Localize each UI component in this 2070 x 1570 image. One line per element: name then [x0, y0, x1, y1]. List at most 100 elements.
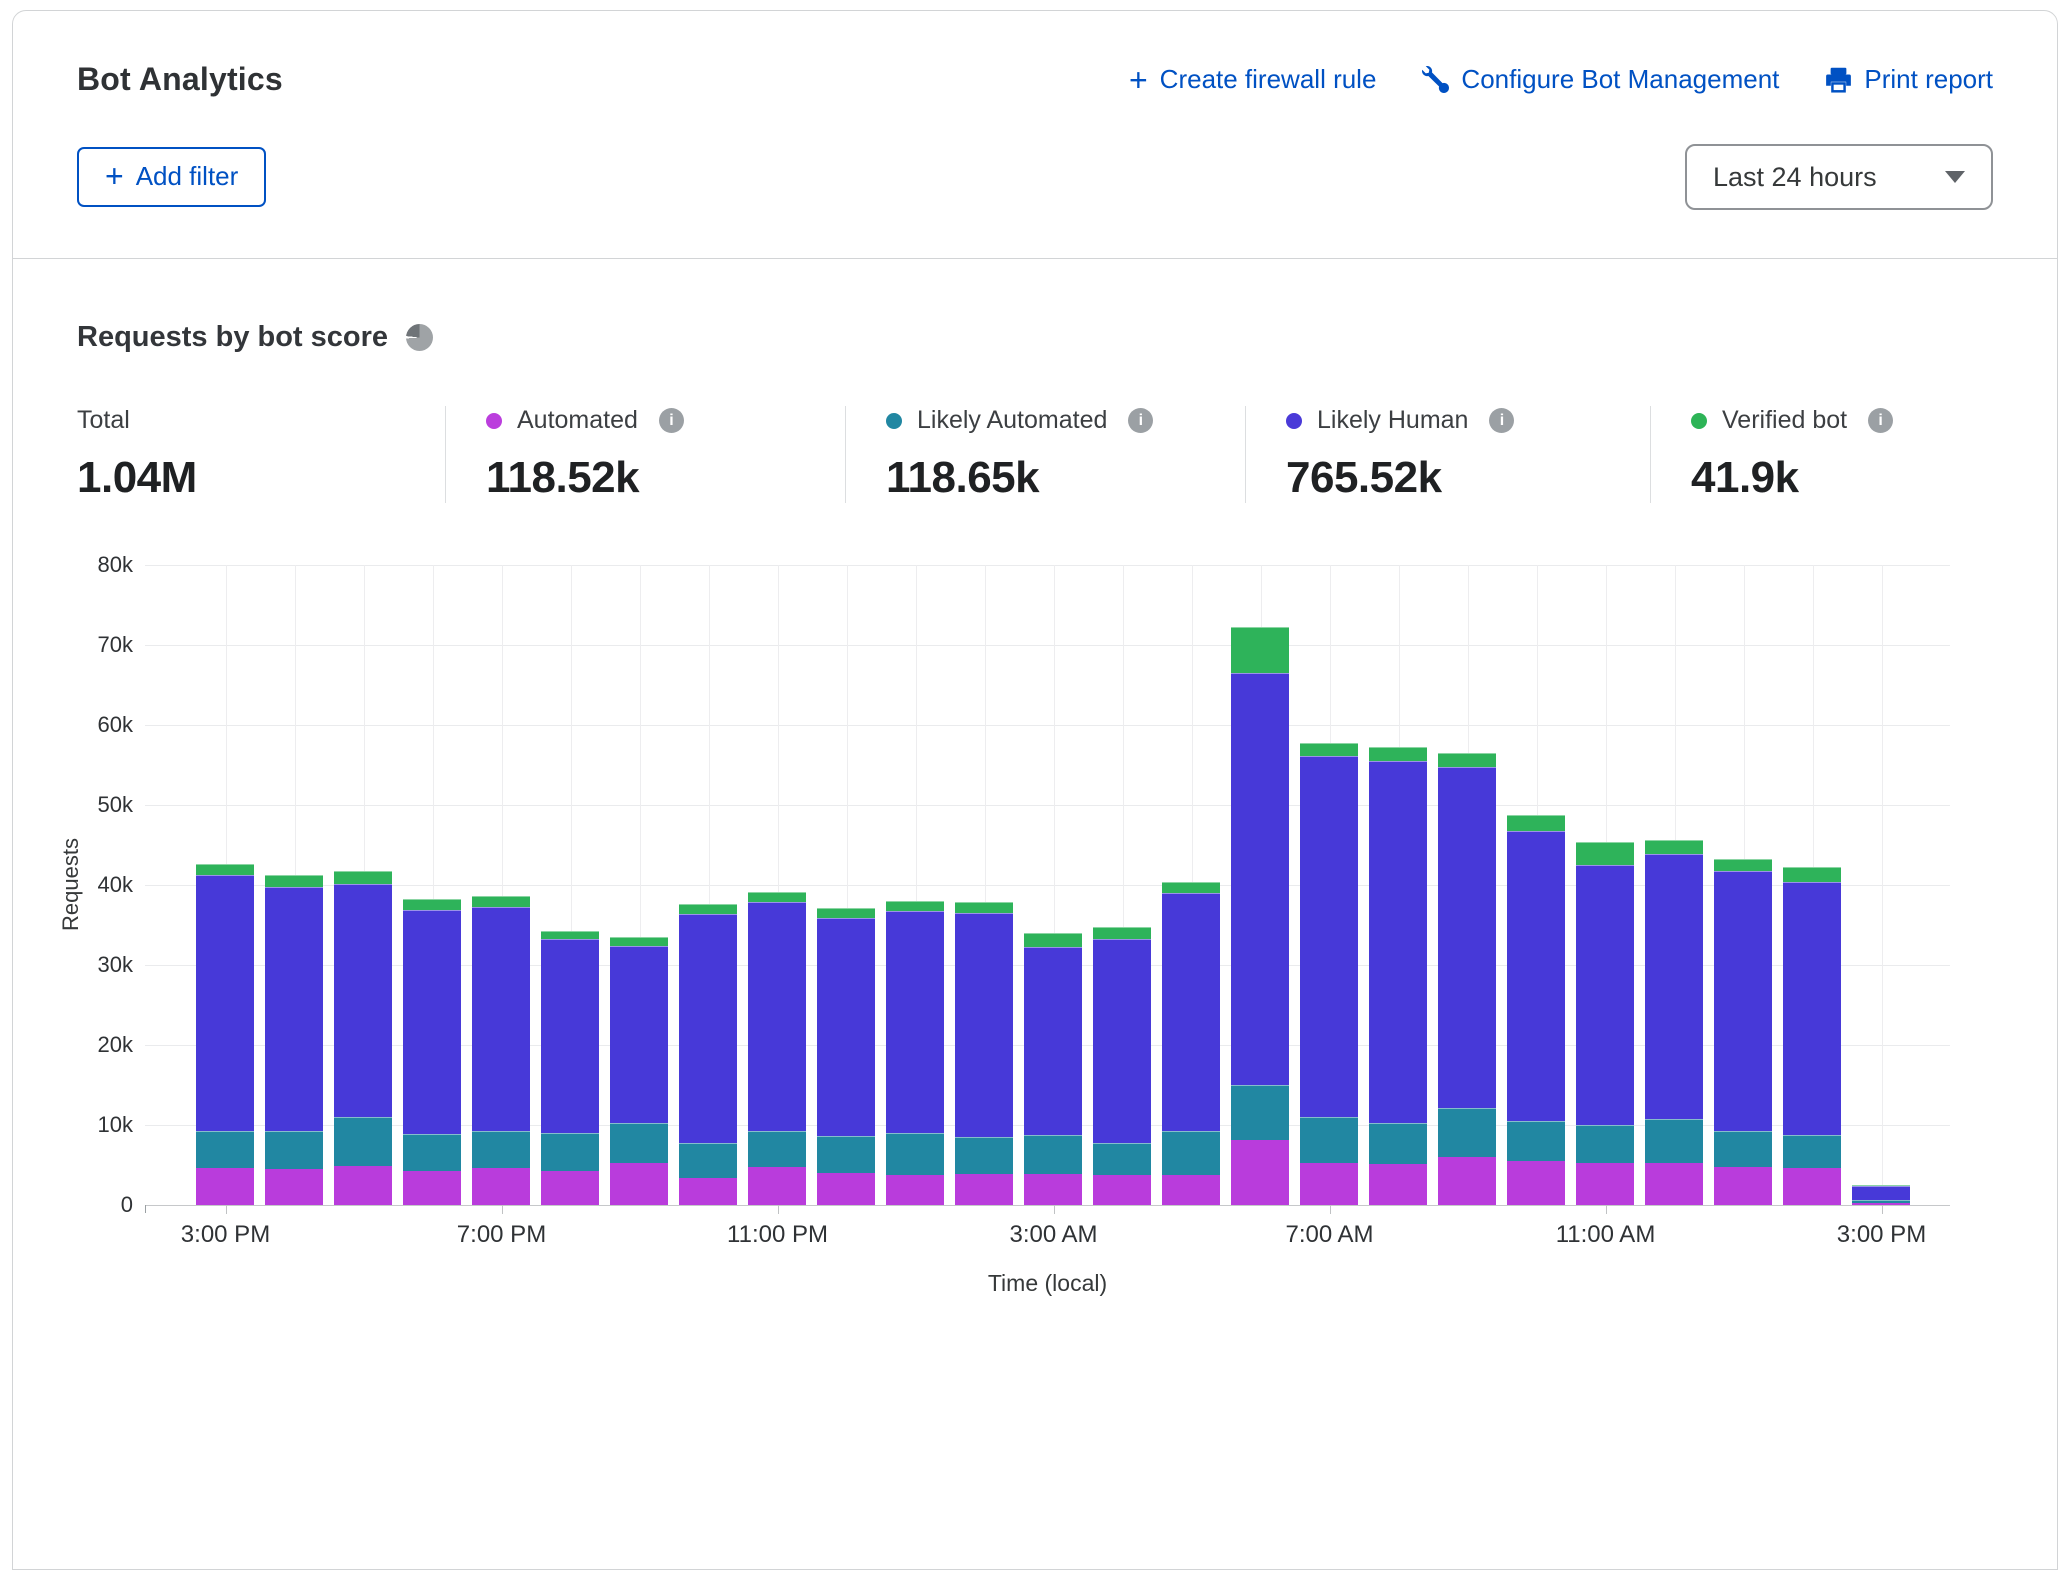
- stacked-bar[interactable]: [955, 902, 1013, 1205]
- bar-slot: [1778, 565, 1847, 1205]
- y-tick-label: 30k: [98, 952, 133, 978]
- stacked-bar[interactable]: [1645, 840, 1703, 1205]
- bar-slot: 11:00 AM: [1571, 565, 1640, 1205]
- bar-segment-likely-human: [1231, 673, 1289, 1085]
- stacked-bar[interactable]: [610, 937, 668, 1205]
- stat-value: 765.52k: [1286, 453, 1622, 503]
- bar-slot: [1502, 565, 1571, 1205]
- stacked-bar[interactable]: [196, 864, 254, 1205]
- bar-segment-verified-bot: [1507, 815, 1565, 831]
- x-tick-mark: [1054, 1205, 1055, 1214]
- bar-segment-automated: [265, 1169, 323, 1205]
- x-tick-mark: [1330, 1205, 1331, 1214]
- bar-segment-likely-human: [886, 911, 944, 1133]
- stacked-bar[interactable]: [1162, 882, 1220, 1205]
- bar-slot: [812, 565, 881, 1205]
- bar-segment-automated: [679, 1178, 737, 1205]
- stacked-bar[interactable]: [403, 899, 461, 1205]
- bar-segment-verified-bot: [955, 902, 1013, 913]
- bar-slot: [1364, 565, 1433, 1205]
- bar-segment-likely-automated: [610, 1123, 668, 1163]
- bar-segment-verified-bot: [1438, 753, 1496, 767]
- bar-segment-verified-bot: [1093, 927, 1151, 938]
- bar-segment-likely-automated: [1024, 1135, 1082, 1174]
- stacked-bar[interactable]: [1714, 859, 1772, 1205]
- stacked-bar[interactable]: [1852, 1185, 1910, 1205]
- stacked-bar[interactable]: [1369, 747, 1427, 1205]
- bar-segment-verified-bot: [1300, 743, 1358, 757]
- bar-slot: [398, 565, 467, 1205]
- bar-segment-likely-human: [1783, 882, 1841, 1135]
- y-tick-label: 0: [121, 1192, 133, 1218]
- x-tick-label: 3:00 PM: [1837, 1221, 1926, 1249]
- info-icon[interactable]: i: [1489, 408, 1514, 433]
- bar-slot: 7:00 PM: [467, 565, 536, 1205]
- bar-slot: [1709, 565, 1778, 1205]
- bar-segment-likely-human: [1162, 893, 1220, 1131]
- x-tick-label: 3:00 AM: [1009, 1221, 1097, 1249]
- stacked-bar[interactable]: [334, 871, 392, 1205]
- stat-value: 118.65k: [886, 453, 1217, 503]
- legend-dot-icon: [1691, 413, 1707, 429]
- info-icon[interactable]: i: [1868, 408, 1893, 433]
- x-axis-label: Time (local): [145, 1270, 1950, 1297]
- bar-segment-likely-human: [955, 913, 1013, 1137]
- stacked-bar[interactable]: [1300, 743, 1358, 1205]
- print-report-label: Print report: [1864, 64, 1993, 95]
- bar-segment-likely-human: [1645, 854, 1703, 1119]
- create-firewall-rule-link[interactable]: + Create firewall rule: [1129, 64, 1376, 96]
- bar-segment-automated: [541, 1171, 599, 1205]
- bar-slot: 3:00 PM: [1847, 565, 1916, 1205]
- bar-segment-verified-bot: [817, 908, 875, 918]
- stacked-bar[interactable]: [1438, 753, 1496, 1205]
- stacked-bar[interactable]: [265, 875, 323, 1205]
- stacked-bar[interactable]: [1024, 933, 1082, 1205]
- stacked-bar[interactable]: [1093, 927, 1151, 1205]
- bar-segment-verified-bot: [1576, 842, 1634, 865]
- bar-segment-likely-automated: [1507, 1121, 1565, 1161]
- stat-likely-human: Likely Humani765.52k: [1245, 406, 1650, 503]
- bar-segment-automated: [955, 1174, 1013, 1205]
- print-report-link[interactable]: Print report: [1825, 64, 1993, 95]
- bar-segment-verified-bot: [1783, 867, 1841, 882]
- bar-segment-automated: [886, 1175, 944, 1205]
- bar-segment-automated: [1783, 1168, 1841, 1205]
- bar-segment-verified-bot: [886, 901, 944, 911]
- y-tick-label: 50k: [98, 792, 133, 818]
- stacked-bar[interactable]: [679, 904, 737, 1205]
- bar-segment-likely-human: [472, 907, 530, 1130]
- stacked-bar[interactable]: [817, 908, 875, 1205]
- info-icon[interactable]: i: [1128, 408, 1153, 433]
- configure-bot-management-link[interactable]: Configure Bot Management: [1422, 64, 1779, 95]
- bar-segment-likely-human: [1369, 761, 1427, 1123]
- plus-icon: +: [105, 160, 124, 192]
- bar-segment-verified-bot: [1231, 627, 1289, 673]
- stacked-bar[interactable]: [541, 931, 599, 1205]
- bar-segment-automated: [1231, 1140, 1289, 1205]
- bar-segment-likely-human: [1438, 767, 1496, 1108]
- bar-segment-automated: [610, 1163, 668, 1205]
- bar-segment-automated: [817, 1173, 875, 1205]
- bar-segment-likely-automated: [1438, 1108, 1496, 1157]
- bar-slot: [1433, 565, 1502, 1205]
- legend-dot-icon: [886, 413, 902, 429]
- stacked-bar[interactable]: [748, 892, 806, 1205]
- bar-slot: [1088, 565, 1157, 1205]
- stacked-bar[interactable]: [886, 901, 944, 1205]
- time-range-select[interactable]: Last 24 hours: [1685, 144, 1993, 210]
- add-filter-button[interactable]: + Add filter: [77, 147, 266, 207]
- bar-segment-likely-automated: [748, 1131, 806, 1167]
- info-icon[interactable]: i: [659, 408, 684, 433]
- bar-segment-automated: [1024, 1174, 1082, 1205]
- section-heading: Requests by bot score: [77, 321, 388, 354]
- bar-segment-verified-bot: [1369, 747, 1427, 761]
- bar-segment-likely-human: [1024, 947, 1082, 1134]
- stat-label: Total: [77, 406, 130, 435]
- bar-segment-likely-human: [1507, 831, 1565, 1121]
- stacked-bar[interactable]: [472, 896, 530, 1205]
- stacked-bar[interactable]: [1576, 842, 1634, 1205]
- stacked-bar[interactable]: [1507, 815, 1565, 1205]
- bar-segment-likely-human: [1714, 871, 1772, 1132]
- stacked-bar[interactable]: [1783, 867, 1841, 1205]
- stacked-bar[interactable]: [1231, 627, 1289, 1205]
